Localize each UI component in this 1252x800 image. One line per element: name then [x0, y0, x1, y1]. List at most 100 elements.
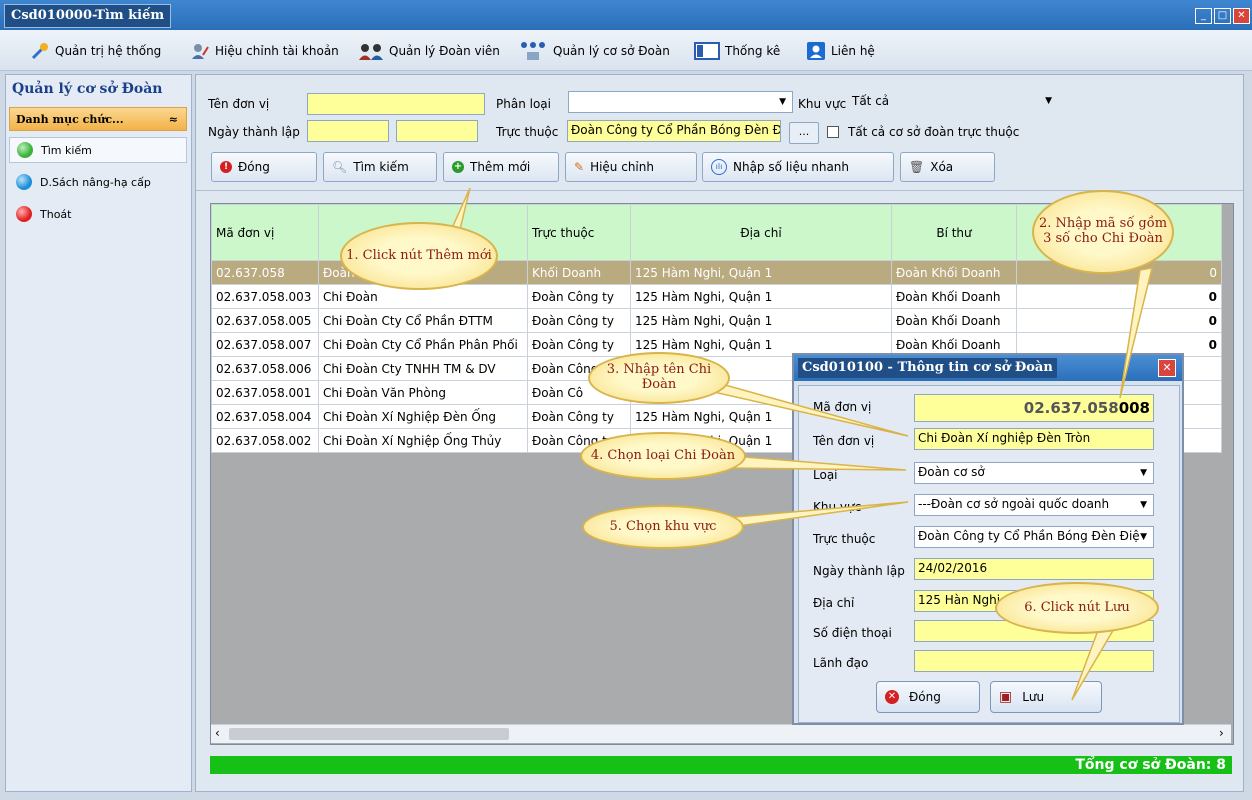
table-row[interactable]: 02.637.058.005 Chi Đoàn Cty Cổ Phần ĐTTM… — [211, 308, 1222, 333]
blue-ball-icon — [16, 174, 32, 190]
menu-statistics[interactable]: Thống kê — [694, 40, 780, 62]
cell-parent: Khối Doanh — [527, 260, 631, 285]
dialog-titlebar: Csd010100 - Thông tin cơ sở Đoàn ✕ — [794, 355, 1182, 381]
quick-entry-button[interactable]: ılı Nhập số liệu nhanh — [702, 152, 894, 182]
label-so-dien-thoai: Số điện thoại — [813, 626, 892, 640]
filter-date-from-input[interactable] — [307, 120, 389, 142]
plus-icon: + — [452, 161, 464, 173]
close-button[interactable]: ! Đóng — [211, 152, 317, 182]
founded-date-input[interactable]: 24/02/2016 — [914, 558, 1154, 580]
menu-bar: Quản trị hệ thống Hiệu chỉnh tài khoản Q… — [0, 30, 1252, 71]
cell-code: 02.637.058.004 — [211, 404, 319, 429]
callout-step-2: 2. Nhập mã số gồm 3 số cho Chi Đoàn — [1032, 190, 1174, 274]
search-icon: 🔍︎ — [332, 160, 348, 174]
cell-parent: Đoàn Công ty — [527, 308, 631, 333]
minimize-icon[interactable]: _ — [1195, 8, 1212, 24]
cell-address: 125 Hàm Nghi, Quận 1 — [630, 308, 892, 333]
cell-code: 02.637.058.007 — [211, 332, 319, 357]
close-icon[interactable]: ✕ — [1233, 8, 1250, 24]
window-titlebar: Csd010000-Tìm kiếm _ □ ✕ — [0, 0, 1252, 30]
unit-name-input[interactable]: Chi Đoàn Xí nghiệp Đèn Tròn — [914, 428, 1154, 450]
collapse-icon[interactable]: ≈ — [169, 108, 178, 132]
menu-account-edit[interactable]: Hiệu chỉnh tài khoản — [190, 40, 339, 62]
edit-button-label: Hiệu chỉnh — [590, 160, 654, 174]
unit-code-suffix: 008 — [1118, 399, 1150, 417]
menu-label: Hiệu chỉnh tài khoản — [215, 44, 339, 58]
window-title: Csd010000-Tìm kiếm — [4, 4, 172, 28]
dropdown-arrow-icon: ▼ — [1140, 532, 1147, 542]
label-ma-don-vi: Mã đơn vị — [813, 400, 872, 414]
cell-code: 02.637.058.001 — [211, 380, 319, 405]
area-select[interactable]: ---Đoàn cơ sở ngoài quốc doanh ▼ — [914, 494, 1154, 516]
cell-code: 02.637.058 — [211, 260, 319, 285]
leader-input[interactable] — [914, 650, 1154, 672]
cell-address: 125 Hàm Nghi, Quận 1 — [630, 284, 892, 309]
dropdown-arrow-icon: ▼ — [1045, 96, 1052, 106]
dropdown-arrow-icon: ▼ — [1140, 468, 1147, 478]
restore-icon[interactable]: □ — [1214, 8, 1231, 24]
scroll-right-icon[interactable]: › — [1219, 726, 1224, 740]
unit-code-input[interactable]: 02.637.058008 — [914, 394, 1154, 422]
all-subunits-checkbox[interactable] — [827, 126, 839, 138]
browse-button[interactable]: ... — [789, 122, 819, 144]
delete-button[interactable]: 🗑︎ Xóa — [900, 152, 995, 182]
left-item-label: Tìm kiếm — [41, 143, 92, 157]
left-panel-title: Quản lý cơ sở Đoàn — [12, 81, 163, 97]
filter-area-select[interactable]: Tất cả ▼ — [848, 91, 1058, 113]
scroll-thumb[interactable] — [229, 728, 509, 740]
left-item-search[interactable]: Tìm kiếm — [9, 137, 187, 163]
quick-entry-button-label: Nhập số liệu nhanh — [733, 160, 850, 174]
label-khu-vuc: Khu vực — [798, 97, 847, 111]
unit-type-select[interactable]: Đoàn cơ sở ▼ — [914, 462, 1154, 484]
col-header-address[interactable]: Địa chỉ — [630, 204, 892, 261]
cell-code: 02.637.058.002 — [211, 428, 319, 453]
left-panel: Quản lý cơ sở Đoàn Danh mục chức... ≈ Tì… — [5, 74, 192, 792]
scroll-left-icon[interactable]: ‹ — [215, 726, 220, 740]
filter-parent-input[interactable]: Đoàn Công ty Cổ Phần Bóng Đèn Đ — [567, 120, 781, 142]
parent-unit-select[interactable]: Đoàn Công ty Cổ Phần Bóng Đèn Điệ ▼ — [914, 526, 1154, 548]
cell-code: 02.637.058.006 — [211, 356, 319, 381]
filter-date-to-input[interactable] — [396, 120, 478, 142]
label-loai: Loại — [813, 468, 838, 482]
trash-icon: 🗑︎ — [909, 160, 925, 174]
left-item-upgrade-list[interactable]: D.Sách nâng-hạ cấp — [9, 169, 187, 195]
save-label: Lưu — [1022, 690, 1045, 704]
menu-system-admin[interactable]: Quản trị hệ thống — [30, 40, 161, 62]
table-row[interactable]: 02.637.058.003 Chi Đoàn Đoàn Công ty 125… — [211, 284, 1222, 309]
dialog-close-icon[interactable]: ✕ — [1158, 359, 1176, 377]
all-subunits-label: Tất cả cơ sở đoàn trực thuộc — [848, 125, 1020, 139]
label-ngay-thanh-lap: Ngày thành lập — [208, 125, 300, 139]
left-section-header[interactable]: Danh mục chức... ≈ — [9, 107, 187, 131]
filter-type-select[interactable]: ▼ — [568, 91, 793, 113]
dialog-close-button[interactable]: ✕ Đóng — [876, 681, 980, 713]
left-item-exit[interactable]: Thoát — [9, 201, 187, 227]
col-header-code[interactable]: Mã đơn vị — [211, 204, 319, 261]
cell-name: Chi Đoàn Cty Cổ Phần Phân Phối — [318, 332, 528, 357]
unit-info-dialog: Csd010100 - Thông tin cơ sở Đoàn ✕ Mã đơ… — [792, 353, 1184, 725]
add-new-button[interactable]: + Thêm mới — [443, 152, 559, 182]
search-button-label: Tìm kiếm — [353, 160, 409, 174]
menu-org-manage[interactable]: Quản lý cơ sở Đoàn — [518, 40, 670, 62]
cell-code: 02.637.058.003 — [211, 284, 319, 309]
save-button[interactable]: ▣ Lưu — [990, 681, 1102, 713]
menu-label: Quản trị hệ thống — [55, 44, 162, 58]
dropdown-arrow-icon: ▼ — [1140, 500, 1147, 510]
menu-contact[interactable]: Liên hệ — [806, 40, 875, 62]
col-header-parent[interactable]: Trực thuộc — [527, 204, 631, 261]
cell-name: Chi Đoàn Xí Nghiệp Đèn Ống — [318, 404, 528, 429]
callout-step-4: 4. Chọn loại Chi Đoàn — [580, 432, 746, 480]
label-dia-chi: Địa chỉ — [813, 596, 855, 610]
filter-unit-name-input[interactable] — [307, 93, 485, 115]
callout-step-6: 6. Click nút Lưu — [995, 582, 1159, 634]
cell-code: 02.637.058.005 — [211, 308, 319, 333]
dialog-title: Csd010100 - Thông tin cơ sở Đoàn — [798, 358, 1057, 378]
col-header-secretary[interactable]: Bí thư — [891, 204, 1017, 261]
callout-step-1: 1. Click nút Thêm mới — [340, 222, 498, 290]
menu-members[interactable]: Quản lý Đoàn viên — [358, 40, 500, 62]
total-status-bar: Tổng cơ sở Đoàn: 8 — [210, 756, 1232, 774]
search-button[interactable]: 🔍︎ Tìm kiếm — [323, 152, 437, 182]
cell-count: 0 — [1016, 308, 1222, 333]
horizontal-scrollbar[interactable]: ‹ › — [211, 724, 1231, 743]
edit-button[interactable]: ✎ Hiệu chỉnh — [565, 152, 697, 182]
stop-icon: ! — [220, 161, 232, 173]
